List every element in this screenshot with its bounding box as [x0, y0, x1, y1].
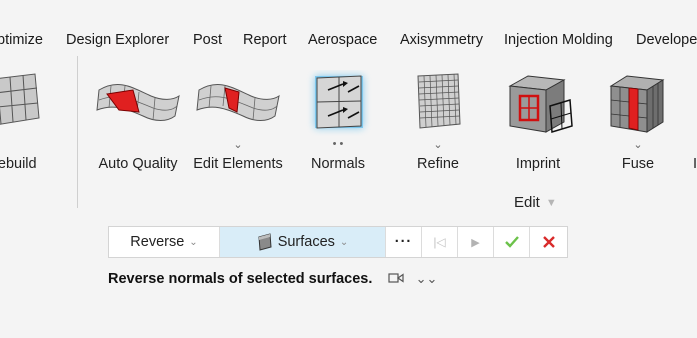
- ribbon: Rebuild Auto Quality ⌄ Edit Elements: [0, 56, 697, 216]
- tool-next-clipped[interactable]: I: [693, 156, 697, 172]
- play-icon: ▶: [471, 236, 480, 249]
- tool-rebuild[interactable]: Rebuild: [0, 56, 60, 186]
- tool-normals-options-icon[interactable]: • •: [288, 138, 388, 152]
- menu-item-optimize[interactable]: ptimize: [0, 32, 43, 48]
- imprint-icon: [488, 70, 588, 133]
- menu-bar: ptimize Design Explorer Post Report Aero…: [0, 26, 697, 56]
- menu-item-injection-molding[interactable]: Injection Molding: [504, 32, 613, 48]
- normals-context-toolbar: Reverse ⌄ Surfaces ⌄ ··· |◁ ▶: [108, 226, 568, 258]
- menu-item-axisymmetry[interactable]: Axisymmetry: [400, 32, 483, 48]
- tool-fuse[interactable]: ⌄ Fuse: [588, 56, 688, 186]
- menu-item-post[interactable]: Post: [193, 32, 222, 48]
- status-actions: ⌄⌄: [388, 271, 437, 287]
- reverse-mode-label: Reverse: [130, 234, 185, 250]
- more-options-label: ···: [394, 234, 413, 250]
- chevron-down-icon: ⌄: [189, 236, 198, 248]
- tool-refine[interactable]: ⌄ Refine: [388, 56, 488, 186]
- menu-item-develop[interactable]: Develope: [636, 32, 697, 48]
- rebuild-mesh-icon: [0, 70, 60, 132]
- edit-group-header[interactable]: Edit ▼: [514, 194, 557, 211]
- close-icon: [542, 236, 555, 248]
- ribbon-separator: [77, 56, 78, 208]
- tool-fuse-dropdown-icon[interactable]: ⌄: [588, 138, 688, 152]
- tool-fuse-label: Fuse: [621, 156, 655, 172]
- tool-normals[interactable]: • • Normals: [288, 56, 388, 186]
- tool-imprint[interactable]: Imprint: [488, 56, 588, 186]
- auto-quality-icon: [88, 70, 188, 132]
- reverse-mode-dropdown[interactable]: Reverse ⌄: [109, 227, 220, 257]
- skip-back-icon: |◁: [433, 235, 446, 249]
- edit-elements-icon: [188, 70, 288, 132]
- confirm-button[interactable]: [494, 227, 530, 257]
- status-message: Reverse normals of selected surfaces.: [108, 271, 373, 287]
- chevron-down-icon: ⌄: [339, 236, 349, 248]
- tool-refine-dropdown-icon[interactable]: ⌄: [388, 138, 488, 152]
- partial-row-below: [230, 294, 350, 298]
- normals-icon: [288, 70, 388, 132]
- tool-rebuild-label: Rebuild: [0, 156, 37, 172]
- surfaces-selector[interactable]: Surfaces ⌄: [220, 227, 386, 257]
- tool-auto-quality[interactable]: Auto Quality: [88, 56, 188, 186]
- expand-double-chevron-icon[interactable]: ⌄⌄: [416, 271, 438, 286]
- edit-group-label: Edit: [514, 194, 540, 211]
- skip-back-button[interactable]: |◁: [422, 227, 458, 257]
- surfaces-label: Surfaces: [277, 234, 335, 250]
- menu-item-report[interactable]: Report: [243, 32, 287, 48]
- tool-edit-elements-dropdown-icon[interactable]: ⌄: [188, 138, 288, 152]
- cancel-button[interactable]: [530, 227, 567, 257]
- more-options-button[interactable]: ···: [386, 227, 422, 257]
- tool-refine-label: Refine: [417, 156, 459, 172]
- top-strip: [0, 0, 697, 26]
- video-tutorial-icon[interactable]: [388, 272, 404, 284]
- tool-edit-elements[interactable]: ⌄ Edit Elements: [188, 56, 288, 186]
- tool-normals-label: Normals: [311, 156, 365, 172]
- fuse-icon: [588, 70, 688, 133]
- play-button[interactable]: ▶: [458, 227, 494, 257]
- refine-icon: [388, 70, 488, 132]
- menu-item-design-explorer[interactable]: Design Explorer: [66, 32, 169, 48]
- tool-auto-quality-label: Auto Quality: [98, 156, 178, 172]
- tool-edit-elements-label: Edit Elements: [193, 156, 283, 172]
- tool-imprint-label: Imprint: [515, 156, 561, 172]
- surface-icon: [258, 233, 272, 251]
- menu-item-aerospace[interactable]: Aerospace: [308, 32, 377, 48]
- edit-group-expand-icon: ▼: [545, 197, 557, 209]
- check-icon: [504, 236, 519, 248]
